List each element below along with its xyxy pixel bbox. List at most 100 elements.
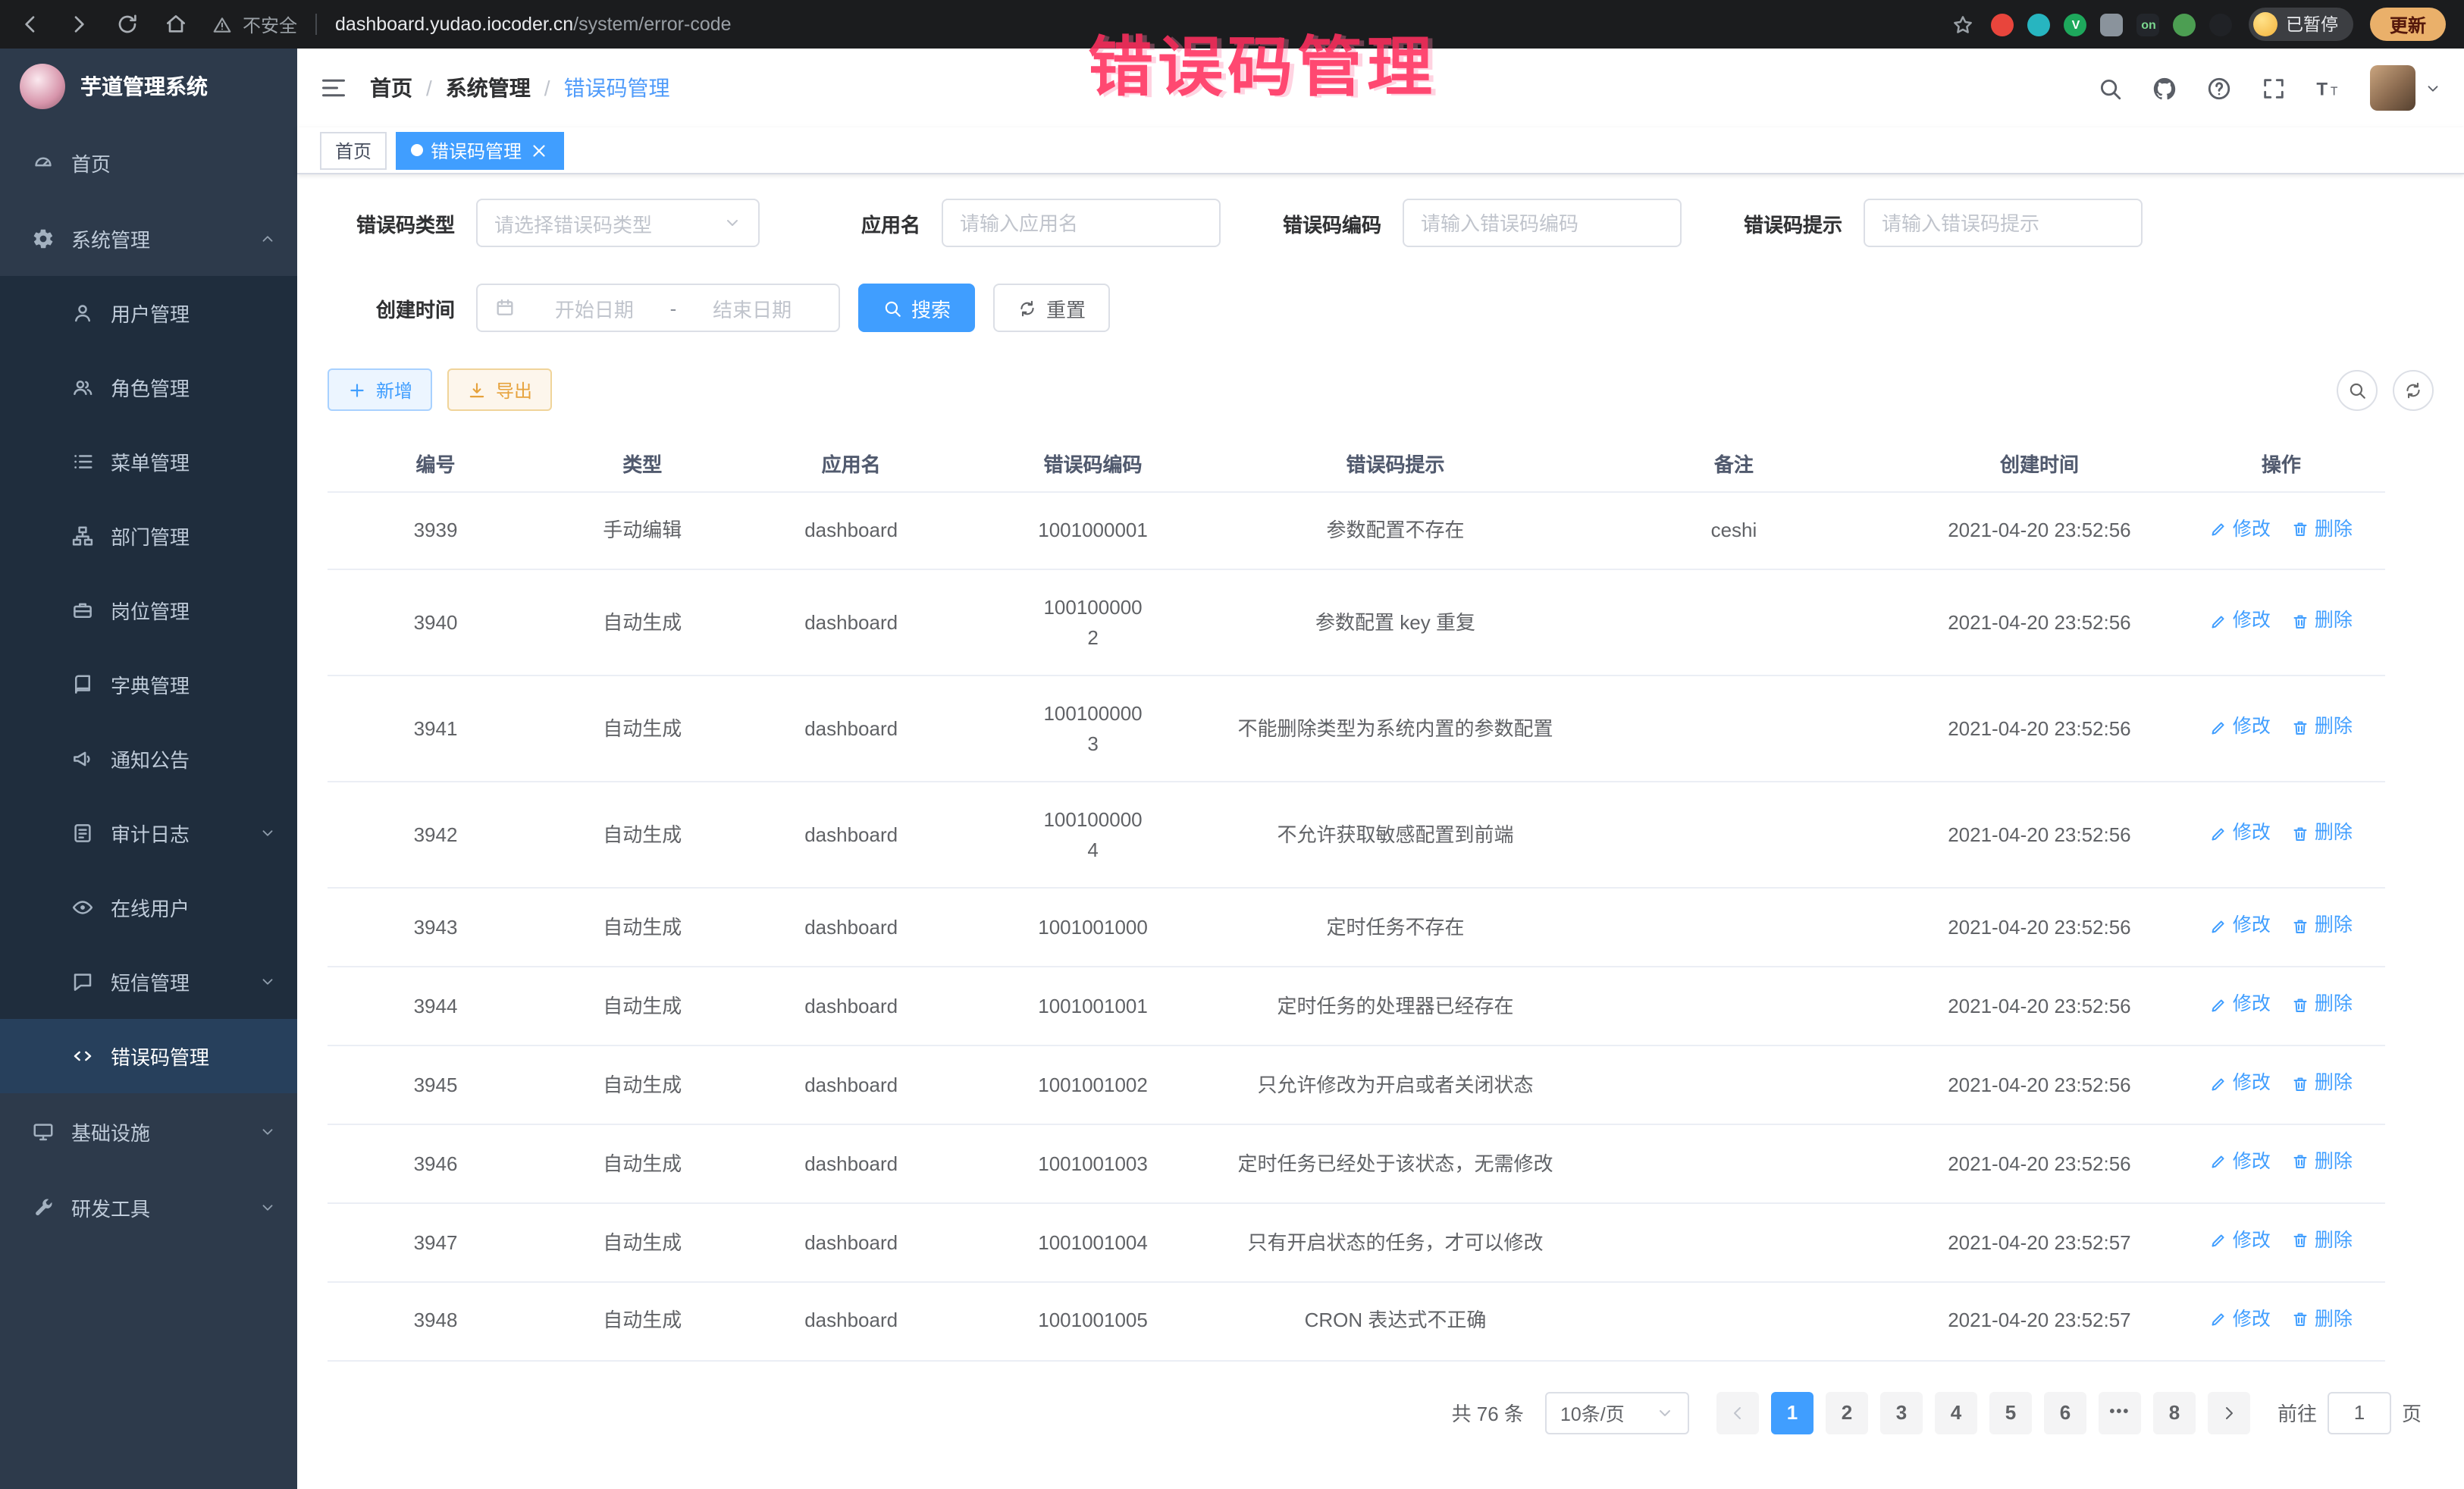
edit-label: 修改 xyxy=(2233,607,2271,636)
sidebar-item[interactable]: 审计日志 xyxy=(0,796,297,870)
paused-badge[interactable]: 已暂停 xyxy=(2249,8,2353,41)
calendar-icon xyxy=(494,297,516,318)
date-range-picker[interactable]: 开始日期 - 结束日期 xyxy=(476,284,840,332)
user-menu[interactable] xyxy=(2370,65,2441,111)
paw-extension-icon[interactable] xyxy=(2210,13,2233,36)
column-header: 创建时间 xyxy=(1901,435,2177,491)
red-extension-icon[interactable] xyxy=(1992,13,2014,36)
home-icon xyxy=(164,12,188,36)
page-button[interactable]: 4 xyxy=(1935,1391,1977,1434)
edit-link[interactable]: 修改 xyxy=(2210,515,2271,544)
sidebar-item[interactable]: 研发工具 xyxy=(0,1169,297,1245)
export-button[interactable]: 导出 xyxy=(447,368,552,411)
search-button[interactable] xyxy=(2097,75,2123,101)
cell-app: dashboard xyxy=(741,1045,961,1124)
close-icon[interactable] xyxy=(529,140,549,160)
sidebar-toggle-button[interactable] xyxy=(320,74,347,102)
cell-ops: 修改删除 xyxy=(2177,1124,2385,1203)
cell-remark xyxy=(1566,1282,1901,1361)
delete-link[interactable]: 删除 xyxy=(2292,912,2353,941)
page-button[interactable]: 8 xyxy=(2153,1391,2196,1434)
toggle-search-button[interactable] xyxy=(2337,369,2378,410)
help-button[interactable] xyxy=(2206,75,2232,101)
page-size-select[interactable]: 10条/页 xyxy=(1545,1391,1689,1434)
delete-link[interactable]: 删除 xyxy=(2292,515,2353,544)
puzzle-extension-icon[interactable] xyxy=(2101,13,2124,36)
edit-link[interactable]: 修改 xyxy=(2210,607,2271,636)
chevron-down-icon xyxy=(723,214,741,232)
error-code-input[interactable] xyxy=(1421,212,1663,234)
sidebar-item[interactable]: 基础设施 xyxy=(0,1093,297,1169)
font-size-button[interactable]: TT xyxy=(2315,75,2341,101)
delete-link[interactable]: 删除 xyxy=(2292,1306,2353,1334)
error-type-select[interactable]: 请选择错误码类型 xyxy=(476,199,760,247)
sidebar-item[interactable]: 岗位管理 xyxy=(0,573,297,647)
page-button[interactable]: 6 xyxy=(2044,1391,2086,1434)
page-button[interactable]: 3 xyxy=(1880,1391,1923,1434)
edit-link[interactable]: 修改 xyxy=(2210,713,2271,742)
dark-on-extension-icon[interactable]: on xyxy=(2137,13,2160,36)
edit-link[interactable]: 修改 xyxy=(2210,912,2271,941)
browser-toolbar: Von 已暂停 更新 xyxy=(1952,8,2446,41)
cell-type: 自动生成 xyxy=(544,1282,741,1361)
delete-label: 删除 xyxy=(2315,607,2353,636)
back-button[interactable] xyxy=(18,12,42,36)
add-button[interactable]: 新增 xyxy=(328,368,432,411)
breadcrumb-system[interactable]: 系统管理 xyxy=(446,73,531,103)
edit-link[interactable]: 修改 xyxy=(2210,1306,2271,1334)
app-name-input[interactable] xyxy=(960,212,1202,234)
sidebar-item[interactable]: 字典管理 xyxy=(0,647,297,722)
browser-update-button[interactable]: 更新 xyxy=(2370,8,2446,41)
sidebar-item[interactable]: 错误码管理 xyxy=(0,1019,297,1093)
edit-link[interactable]: 修改 xyxy=(2210,1227,2271,1255)
more-pages-button[interactable]: ••• xyxy=(2099,1391,2141,1434)
sidebar-item[interactable]: 用户管理 xyxy=(0,276,297,350)
sidebar-item[interactable]: 首页 xyxy=(0,124,297,200)
page-button[interactable]: 1 xyxy=(1771,1391,1814,1434)
delete-link[interactable]: 删除 xyxy=(2292,1227,2353,1255)
delete-link[interactable]: 删除 xyxy=(2292,1069,2353,1098)
address-bar[interactable]: 不安全 dashboard.yudao.iocoder.cn/system/er… xyxy=(212,11,732,37)
sidebar-item[interactable]: 在线用户 xyxy=(0,870,297,945)
edit-link[interactable]: 修改 xyxy=(2210,991,2271,1020)
green-v-extension-icon[interactable]: V xyxy=(2064,13,2087,36)
forward-button[interactable] xyxy=(67,12,91,36)
delete-link[interactable]: 删除 xyxy=(2292,1148,2353,1177)
sidebar-item[interactable]: 菜单管理 xyxy=(0,425,297,499)
goto-page-input[interactable] xyxy=(2328,1391,2391,1434)
edit-link[interactable]: 修改 xyxy=(2210,820,2271,848)
github-button[interactable] xyxy=(2152,75,2177,101)
cell-type: 自动生成 xyxy=(544,889,741,967)
edit-link[interactable]: 修改 xyxy=(2210,1069,2271,1098)
delete-link[interactable]: 删除 xyxy=(2292,607,2353,636)
sidebar-item[interactable]: 短信管理 xyxy=(0,945,297,1019)
reload-button[interactable] xyxy=(115,12,140,36)
bookmark-star-button[interactable] xyxy=(1952,13,1975,36)
reset-button[interactable]: 重置 xyxy=(993,284,1110,332)
sidebar-item[interactable]: 通知公告 xyxy=(0,722,297,796)
sidebar-item[interactable]: 系统管理 xyxy=(0,200,297,276)
tag[interactable]: 首页 xyxy=(320,131,387,169)
leaf-extension-icon[interactable] xyxy=(2174,13,2196,36)
app-name-field: 应用名 xyxy=(793,199,1221,247)
column-header: 备注 xyxy=(1566,435,1901,491)
refresh-table-button[interactable] xyxy=(2393,369,2434,410)
page-button[interactable]: 5 xyxy=(1989,1391,2032,1434)
home-button[interactable] xyxy=(164,12,188,36)
delete-link[interactable]: 删除 xyxy=(2292,991,2353,1020)
teal-drop-extension-icon[interactable] xyxy=(2028,13,2051,36)
fullscreen-button[interactable] xyxy=(2261,75,2287,101)
delete-link[interactable]: 删除 xyxy=(2292,820,2353,848)
edit-link[interactable]: 修改 xyxy=(2210,1148,2271,1177)
page-button[interactable]: 2 xyxy=(1826,1391,1868,1434)
sidebar-item[interactable]: 角色管理 xyxy=(0,350,297,425)
app-logo[interactable]: 芋道管理系统 xyxy=(0,49,297,124)
search-button[interactable]: 搜索 xyxy=(858,284,975,332)
error-msg-input[interactable] xyxy=(1882,212,2124,234)
breadcrumb-home[interactable]: 首页 xyxy=(370,73,412,103)
next-page-button[interactable] xyxy=(2208,1391,2250,1434)
sidebar-item[interactable]: 部门管理 xyxy=(0,499,297,573)
tag[interactable]: 错误码管理 xyxy=(396,131,564,169)
delete-link[interactable]: 删除 xyxy=(2292,713,2353,742)
prev-page-button[interactable] xyxy=(1716,1391,1759,1434)
